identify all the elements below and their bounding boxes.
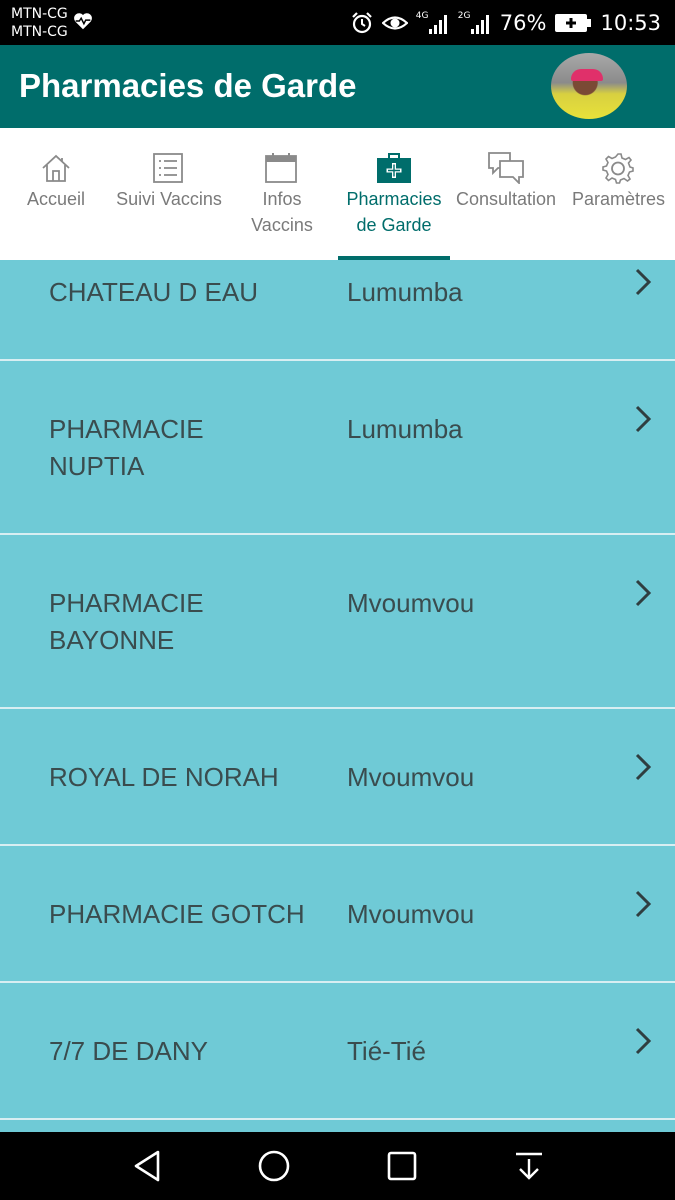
pharmacy-name: 7/7 DE DANY (49, 1033, 339, 1070)
pharmacy-row[interactable]: CHATEAU D EAU Lumumba (0, 260, 675, 361)
battery-charging-icon (555, 14, 592, 32)
eye-icon (381, 16, 408, 30)
avatar[interactable] (551, 53, 627, 119)
carrier-2: MTN-CG (11, 24, 68, 40)
pharmacy-row[interactable]: PHARMACIE GOTCH Mvoumvou (0, 846, 675, 983)
system-navigation-bar (0, 1132, 675, 1200)
clock: 10:53 (600, 11, 661, 35)
pharmacy-row[interactable]: PHARMACIE NUPTIA Lumumba (0, 361, 675, 535)
carrier-1: MTN-CG (11, 6, 68, 22)
tab-label-line: Vaccins (251, 215, 313, 235)
pharmacy-name-line: CHATEAU D EAU (49, 277, 258, 307)
pharmacy-area: Mvoumvou (347, 899, 475, 929)
recents-icon[interactable] (386, 1149, 418, 1183)
tab-label: Accueil (0, 186, 112, 212)
tab-label-line: Consultation (455, 189, 557, 209)
signal-bars-icon (470, 15, 489, 34)
tab-pharmacies-de-garde[interactable]: Pharmacies de Garde (338, 128, 450, 260)
pharmacy-area: Mvoumvou (347, 762, 475, 792)
tab-label: Infos Vaccins (226, 186, 338, 238)
tab-label: Consultation (450, 186, 562, 212)
pharmacy-name-line: PHARMACIE (49, 588, 204, 618)
network-type-1: 4G (415, 11, 429, 21)
chevron-right-icon (635, 268, 652, 296)
pharmacy-name-line: PHARMACIE GOTCH (49, 899, 305, 929)
pharmacy-area: Mvoumvou (347, 588, 475, 618)
status-icons: 4G 2G 76% 10:53 (350, 8, 661, 38)
pharmacy-name: CHATEAU D EAU (49, 274, 339, 311)
signal-bars-icon (428, 15, 447, 34)
tab-label-line: Suivi Vaccins (116, 189, 222, 209)
pharmacy-area: Lumumba (347, 414, 463, 444)
tab-label-line: Accueil (26, 189, 86, 209)
tab-label-line: Infos (262, 189, 302, 209)
tab-bar: Accueil Suivi Vaccins Infos Vaccins Phar… (0, 128, 675, 260)
page-title: Pharmacies de Garde (19, 67, 357, 104)
pharmacy-list: CHATEAU D EAU Lumumba PHARMACIE NUPTIA L… (0, 260, 675, 1132)
home-button-icon[interactable] (256, 1149, 292, 1183)
pharmacy-row[interactable]: PHARMACIE BAYONNE Mvoumvou (0, 535, 675, 709)
tab-label-line: Paramètres (571, 189, 666, 209)
pharmacy-row[interactable]: ROYAL DE NORAH Mvoumvou (0, 709, 675, 846)
tab-label: Paramètres (562, 186, 675, 212)
chat-icon (488, 152, 524, 184)
chevron-right-icon (635, 405, 652, 433)
medical-bag-icon (377, 153, 411, 183)
tab-label-line: de Garde (356, 215, 432, 235)
chevron-right-icon (635, 579, 652, 607)
tab-consultation[interactable]: Consultation (450, 128, 562, 260)
notification-pull-down-icon[interactable] (513, 1149, 545, 1183)
pharmacy-name: PHARMACIE GOTCH (49, 896, 339, 933)
gear-icon (602, 153, 634, 184)
calendar-icon (265, 153, 297, 183)
back-icon[interactable] (131, 1149, 163, 1183)
pharmacy-name-line: BAYONNE (49, 625, 175, 655)
carrier-labels: MTN-CG MTN-CG (11, 5, 68, 41)
battery-percent: 76% (499, 11, 547, 35)
pharmacy-name-line: PHARMACIE (49, 414, 204, 444)
status-bar: MTN-CG MTN-CG 4G 2G 76% 10:53 (0, 0, 675, 45)
chevron-right-icon (635, 890, 652, 918)
list-icon (153, 153, 183, 183)
heart-pulse-icon (74, 13, 92, 30)
pharmacy-area: Lumumba (347, 277, 463, 307)
tab-label-line: Pharmacies (346, 189, 442, 209)
chevron-right-icon (635, 1027, 652, 1055)
signal-2: 2G (458, 11, 492, 35)
pharmacy-name: PHARMACIE BAYONNE (49, 585, 339, 659)
network-type-2: 2G (457, 11, 471, 21)
tab-parametres[interactable]: Paramètres (562, 128, 675, 260)
chevron-right-icon (635, 753, 652, 781)
tab-label: Pharmacies de Garde (338, 186, 450, 238)
tab-accueil[interactable]: Accueil (0, 128, 112, 260)
tab-infos-vaccins[interactable]: Infos Vaccins (226, 128, 338, 260)
pharmacy-name: ROYAL DE NORAH (49, 759, 339, 796)
pharmacy-name-line: 7/7 DE DANY (49, 1036, 208, 1066)
pharmacy-row[interactable]: 7/7 DE DANY Tié-Tié (0, 983, 675, 1120)
alarm-icon (352, 12, 372, 34)
tab-suivi-vaccins[interactable]: Suivi Vaccins (112, 128, 226, 260)
pharmacy-name: PHARMACIE NUPTIA (49, 411, 339, 485)
pharmacy-name-line: ROYAL DE NORAH (49, 762, 279, 792)
pharmacy-area: Tié-Tié (347, 1036, 426, 1066)
pharmacy-name-line: NUPTIA (49, 451, 145, 481)
tab-label: Suivi Vaccins (112, 186, 226, 212)
home-icon (42, 154, 70, 182)
signal-1: 4G (416, 11, 450, 35)
